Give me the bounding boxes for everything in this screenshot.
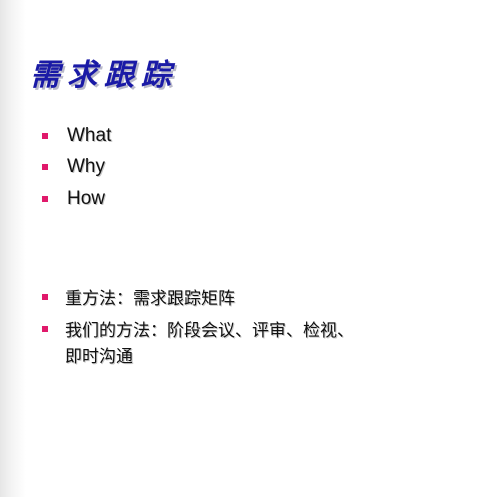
square-bullet-icon <box>42 196 48 202</box>
bullet-text-block: 我们的方法：阶段会议、评审、检视、 即时沟通 <box>65 318 354 370</box>
bullet-label: How <box>67 188 106 209</box>
bullet-item-how: How <box>42 187 105 211</box>
bullet-label-line-2: 即时沟通 <box>65 347 133 367</box>
square-bullet-icon <box>42 294 48 300</box>
square-bullet-icon <box>42 133 48 139</box>
bullet-label: 重方法：需求跟踪矩阵 <box>65 289 235 309</box>
bullet-item-what: What <box>42 124 111 148</box>
bullet-label: What <box>67 125 112 146</box>
bullet-label-line-1: 我们的方法：阶段会议、评审、检视、 <box>65 321 354 341</box>
bullet-item-why: Why <box>42 155 105 179</box>
slide-title: 需求跟踪 <box>30 58 178 93</box>
slide-canvas: 需求跟踪 What Why How 重方法：需求跟踪矩阵 我们的方法：阶段会议、… <box>0 0 501 497</box>
square-bullet-icon <box>42 326 48 332</box>
bullet-item-our-method: 我们的方法：阶段会议、评审、检视、 即时沟通 <box>42 318 354 370</box>
square-bullet-icon <box>42 164 48 170</box>
bullet-item-heavy-method: 重方法：需求跟踪矩阵 <box>42 286 235 312</box>
bullet-label: Why <box>67 156 105 177</box>
